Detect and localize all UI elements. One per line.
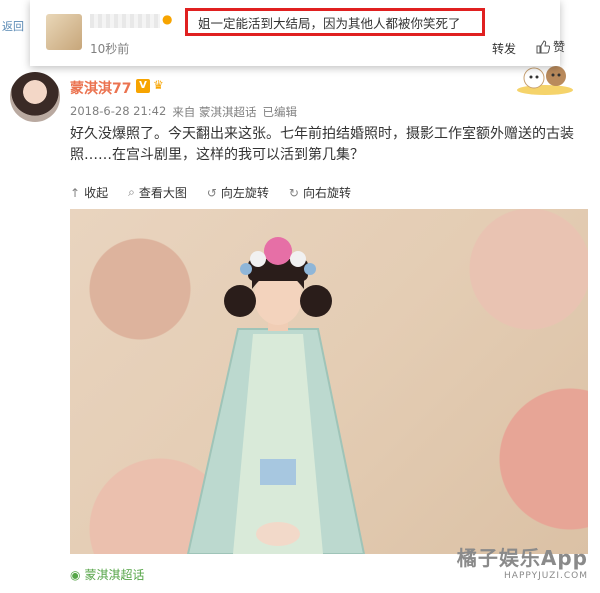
comment-highlight-box: 姐一定能活到大结局，因为其他人都被你笑死了 — [185, 8, 485, 36]
watermark-sub: HAPPYJUZI.COM — [504, 571, 588, 581]
post-source[interactable]: 来自 蒙淇淇超话 — [172, 104, 256, 120]
rotate-right-button[interactable]: ↻ 向右旋转 — [289, 184, 351, 201]
post-date[interactable]: 2018-6-28 21:42 — [70, 104, 166, 120]
comment-time: 10秒前 — [90, 42, 130, 56]
rotate-left-label: 向左旋转 — [220, 186, 269, 200]
commenter-avatar[interactable] — [46, 14, 82, 50]
costume-portrait-figure — [186, 237, 366, 554]
rotate-left-button[interactable]: ↺ 向左旋转 — [207, 184, 269, 201]
like-label: 赞 — [553, 40, 566, 54]
repost-button[interactable]: 转发 — [492, 40, 516, 57]
image-toolbar: ↑ 收起 ⌕ 查看大图 ↺ 向左旋转 ↻ 向右旋转 — [70, 184, 351, 201]
collapse-label: 收起 — [84, 186, 109, 200]
commenter-name-blurred — [90, 14, 160, 28]
post-photo[interactable] — [70, 209, 588, 554]
comment-text: 姐一定能活到大结局，因为其他人都被你笑死了 — [198, 15, 461, 31]
commenter-badge-icon: ● — [162, 12, 173, 26]
rotate-right-icon: ↻ — [288, 185, 299, 200]
collapse-button[interactable]: ↑ 收起 — [70, 184, 108, 201]
like-button[interactable]: 赞 — [536, 38, 565, 55]
weibo-post-screenshot: 返回 ● 姐一定能活到大结局，因为其他人都被你笑死了 10秒前 转发 赞 蒙淇淇… — [0, 0, 600, 593]
watermark: 橘子娱乐App HAPPYJUZI.COM — [457, 542, 588, 581]
rotate-left-icon: ↺ — [206, 185, 217, 200]
post-text: 好久没爆照了。今天翻出来这张。七年前拍结婚照时，摄影工作室额外赠送的古装照……在… — [70, 126, 574, 163]
supertopic-icon: ◉ — [70, 567, 81, 582]
author-avatar[interactable] — [10, 72, 60, 122]
back-link[interactable]: 返回 — [2, 18, 24, 34]
up-arrow-icon: ↑ — [70, 185, 81, 200]
cartoon-bear-sticker-icon — [517, 66, 573, 95]
thumbs-up-icon — [536, 39, 550, 53]
view-large-button[interactable]: ⌕ 查看大图 — [128, 184, 187, 201]
rotate-right-label: 向右旋转 — [302, 186, 351, 200]
verified-badge-icon: V — [136, 79, 150, 93]
comment-popup: ● 姐一定能活到大结局，因为其他人都被你笑死了 10秒前 转发 赞 — [30, 0, 565, 66]
author-username[interactable]: 蒙淇淇77 — [70, 78, 131, 98]
supertopic-link[interactable]: ◉ 蒙淇淇超话 — [70, 566, 145, 583]
member-badge-icon: ♛ — [153, 78, 164, 92]
view-large-label: 查看大图 — [138, 186, 187, 200]
post-edited-label: 已编辑 — [262, 105, 297, 119]
supertopic-label: 蒙淇淇超话 — [84, 568, 145, 582]
watermark-main: 橘子娱乐App — [456, 546, 588, 570]
magnify-icon: ⌕ — [128, 185, 135, 199]
post-meta: 2018-6-28 21:42 来自 蒙淇淇超话 已编辑 — [70, 104, 297, 120]
